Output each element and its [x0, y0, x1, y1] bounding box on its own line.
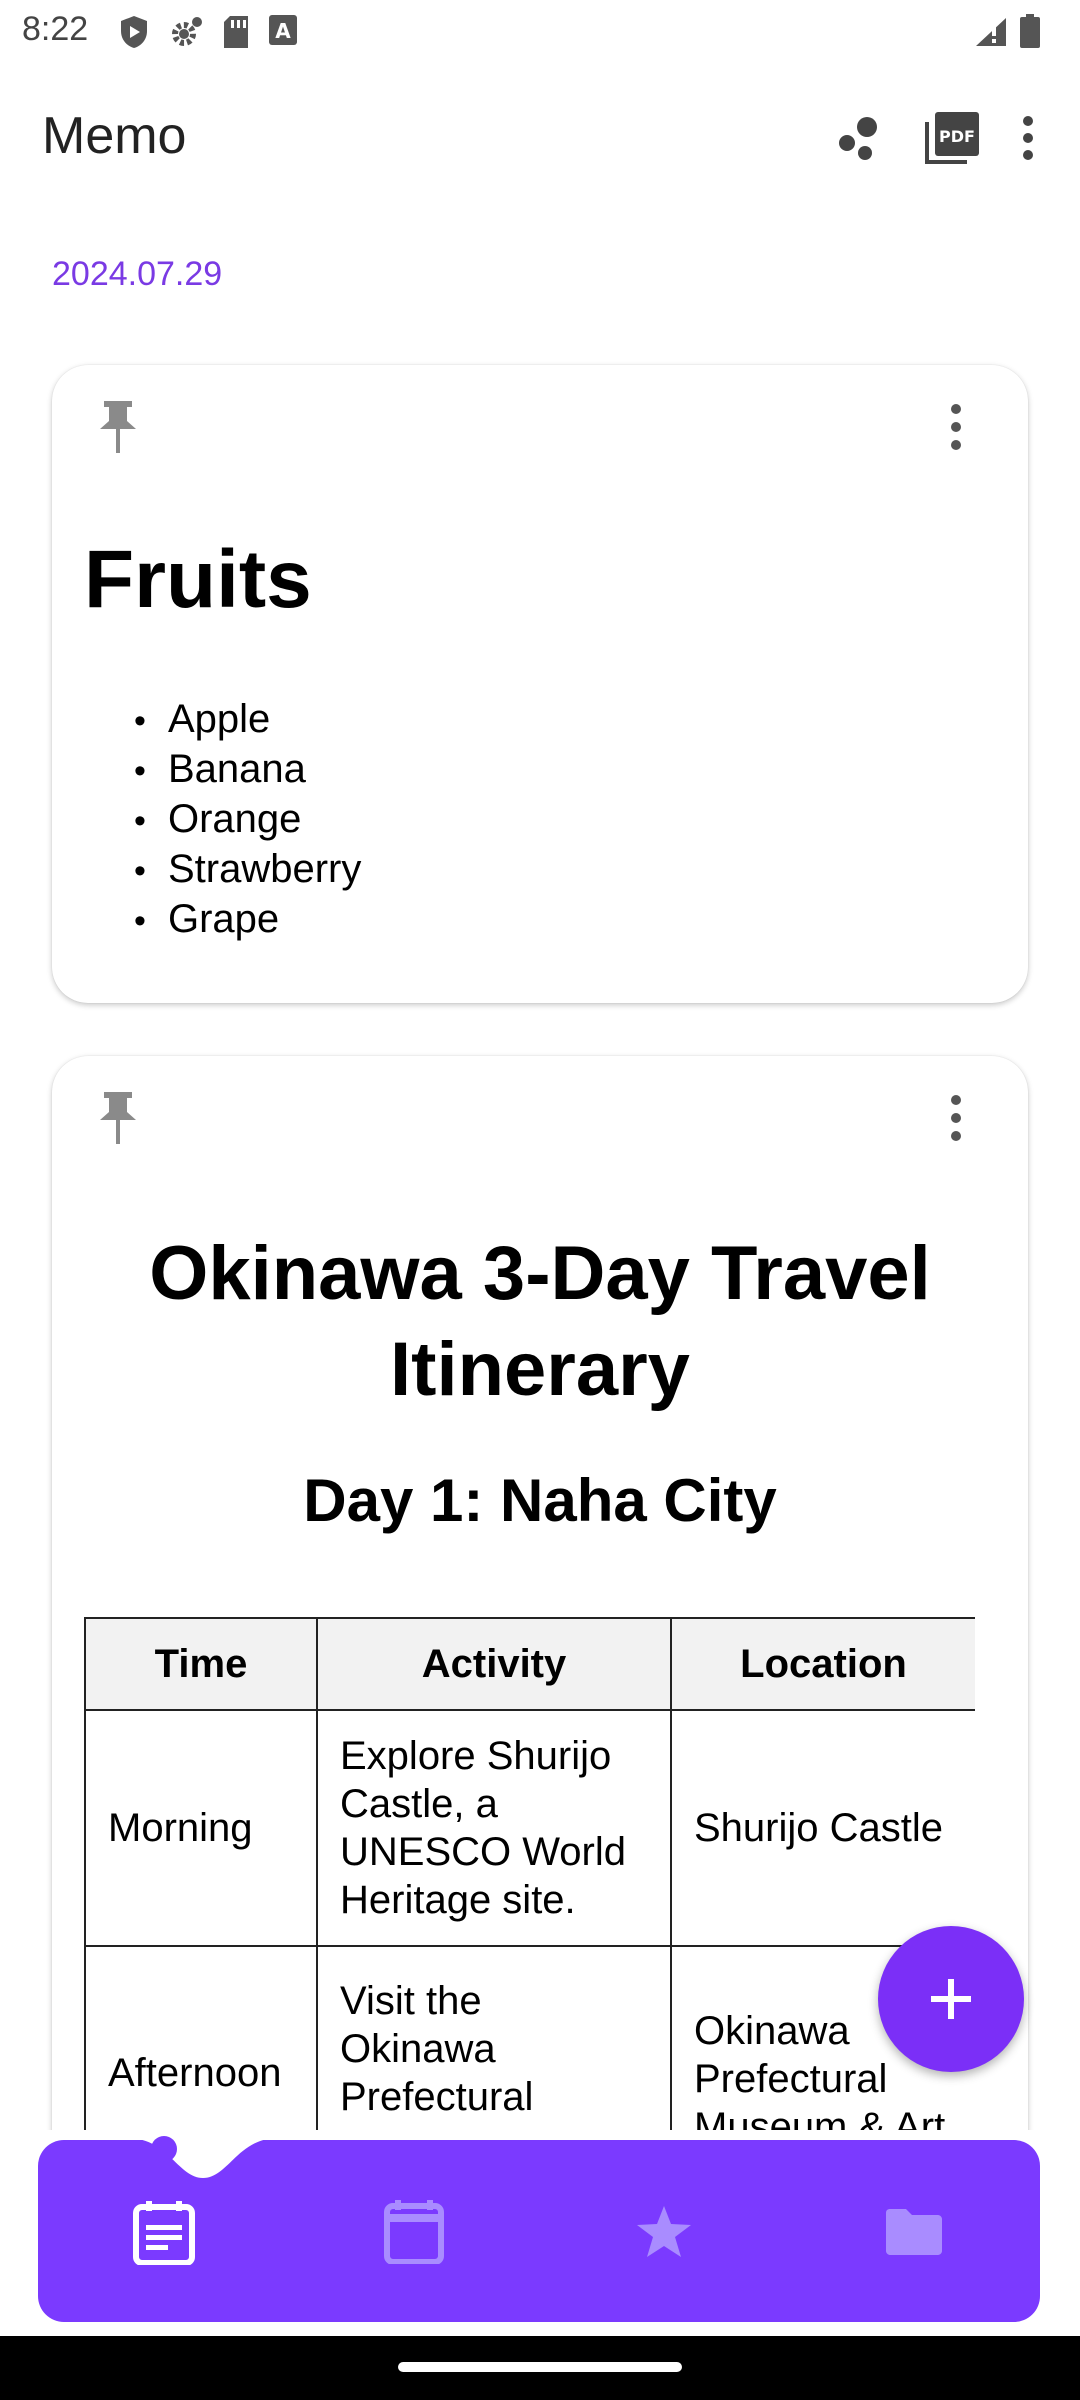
app-actions: PDF	[814, 106, 1058, 170]
nav-selected-indicator	[151, 2136, 177, 2162]
add-memo-button[interactable]	[878, 1926, 1024, 2072]
table-cell: Explore Shurijo Castle, a UNESCO World H…	[316, 1709, 672, 1947]
list-item: Orange	[134, 795, 361, 845]
share-button[interactable]	[814, 106, 906, 170]
plus-icon	[931, 1979, 971, 2019]
home-gesture-handle[interactable]	[398, 2362, 682, 2372]
nav-item-favorites[interactable]	[624, 2192, 704, 2272]
pdf-icon: PDF	[925, 112, 979, 164]
table-row: Afternoon Visit the Okinawa Prefectural …	[84, 1945, 975, 2130]
status-icons-right	[974, 14, 1040, 48]
pdf-export-button[interactable]: PDF	[906, 106, 998, 170]
font-icon: A	[269, 15, 297, 45]
gesture-bar	[0, 2336, 1080, 2400]
svg-text:A: A	[275, 19, 291, 43]
list-item: Strawberry	[134, 845, 361, 895]
memo-more-icon[interactable]	[946, 401, 966, 453]
table-cell: Morning	[84, 1709, 318, 1947]
memo-title: Okinawa 3-Day Travel Itinerary	[149, 1231, 931, 1412]
table-cell: Afternoon	[84, 1945, 318, 2130]
memo-icon	[133, 2201, 195, 2265]
battery-icon	[1020, 14, 1040, 48]
list-item: Banana	[134, 745, 361, 795]
nav-item-folders[interactable]	[874, 2192, 954, 2272]
memo-list[interactable]: Fruits Apple Banana Orange Strawberry Gr…	[0, 340, 1080, 2130]
gear-icon	[172, 17, 202, 46]
status-time: 8:22	[22, 10, 89, 48]
memo-more-icon[interactable]	[946, 1092, 966, 1144]
nav-item-memos[interactable]	[124, 2192, 204, 2272]
table-header-cell: Location	[670, 1617, 975, 1711]
memo-card-okinawa[interactable]: Okinawa 3-Day Travel Itinerary Day 1: Na…	[52, 1056, 1028, 2130]
folder-icon	[886, 2209, 942, 2255]
bottom-navigation	[38, 2138, 1040, 2322]
svg-text:PDF: PDF	[939, 127, 975, 146]
star-icon	[637, 2206, 691, 2257]
list-item: Apple	[134, 695, 361, 745]
table-row: Morning Explore Shurijo Castle, a UNESCO…	[84, 1709, 975, 1947]
table-header-cell: Time	[84, 1617, 318, 1711]
sd-card-icon	[224, 16, 248, 48]
more-vert-icon	[1023, 116, 1033, 160]
date-label: 2024.07.29	[52, 255, 223, 293]
list-item: Grape	[134, 895, 361, 945]
table-header-cell: Activity	[316, 1617, 672, 1711]
nav-item-calendar[interactable]	[374, 2192, 454, 2272]
day-heading: Day 1: Naha City	[303, 1467, 777, 1534]
itinerary-table: Time Activity Location Morning Explore S…	[84, 1617, 975, 2130]
status-icons-left: A	[118, 14, 298, 50]
table-cell: Visit the Okinawa Prefectural Museum & A…	[316, 1945, 672, 2130]
share-dots-icon	[839, 117, 877, 160]
memo-card-fruits[interactable]: Fruits Apple Banana Orange Strawberry Gr…	[52, 365, 1028, 1003]
memo-title: Fruits	[84, 534, 312, 625]
app-bar: Memo PDF	[0, 92, 1080, 184]
more-options-button[interactable]	[998, 106, 1058, 170]
calendar-icon	[384, 2200, 444, 2264]
shield-icon	[121, 16, 147, 48]
table-cell: Shurijo Castle	[670, 1709, 975, 1947]
fruit-list: Apple Banana Orange Strawberry Grape	[134, 695, 361, 945]
status-bar: 8:22 A	[0, 0, 1080, 62]
signal-icon	[976, 18, 1006, 46]
pin-icon[interactable]	[96, 1090, 140, 1146]
app-title: Memo	[42, 107, 187, 165]
pin-icon[interactable]	[96, 399, 140, 455]
table-header-row: Time Activity Location	[84, 1617, 975, 1711]
